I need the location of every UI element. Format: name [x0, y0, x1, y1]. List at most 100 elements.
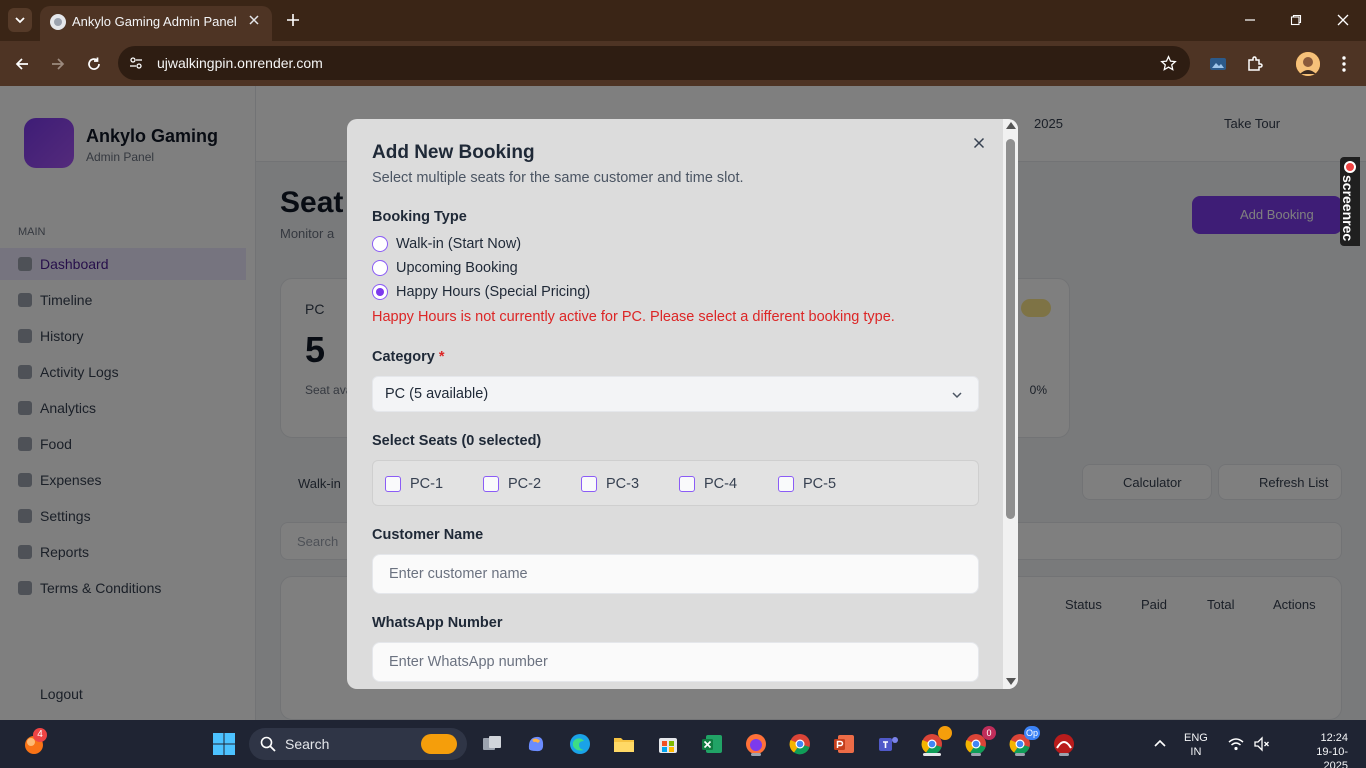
clock-date: 19-10-2025	[1316, 746, 1348, 768]
ms-store-icon[interactable]	[654, 730, 682, 758]
forward-button[interactable]	[46, 52, 70, 76]
browser-menu-button[interactable]	[1332, 52, 1356, 76]
checkbox[interactable]	[483, 476, 499, 492]
restore-icon	[1290, 14, 1302, 26]
excel-icon[interactable]	[698, 730, 726, 758]
windows-taskbar: Search 0 Op	[0, 720, 1366, 768]
category-label-text: Category	[372, 349, 435, 365]
wifi-icon[interactable]	[1222, 730, 1250, 758]
file-explorer-icon[interactable]	[610, 730, 638, 758]
restore-button[interactable]	[1284, 8, 1308, 32]
new-tab-button[interactable]	[282, 9, 304, 31]
teams-icon[interactable]	[874, 730, 902, 758]
reload-button[interactable]	[82, 52, 106, 76]
more-vertical-icon	[1342, 56, 1346, 72]
radio-label: Happy Hours (Special Pricing)	[396, 284, 591, 300]
seat-checkbox-pc-1[interactable]: PC-1	[385, 475, 443, 493]
chevron-down-icon	[15, 17, 25, 24]
radio-happy-hours[interactable]: Happy Hours (Special Pricing)	[372, 282, 590, 302]
checkbox[interactable]	[385, 476, 401, 492]
bookmark-star-icon[interactable]	[1158, 53, 1178, 73]
notification-badge: 0	[982, 726, 996, 740]
extensions-puzzle-icon[interactable]	[1243, 52, 1267, 76]
radio-button[interactable]	[372, 236, 388, 252]
running-indicator	[1015, 753, 1025, 756]
category-label: Category *	[372, 349, 445, 365]
close-window-button[interactable]	[1331, 8, 1355, 32]
radio-button-checked[interactable]	[372, 284, 388, 300]
address-bar[interactable]: ujwalkingpin.onrender.com	[118, 46, 1190, 80]
customer-name-label: Customer Name	[372, 527, 484, 543]
tab-search-button[interactable]	[8, 8, 32, 32]
scroll-thumb[interactable]	[1006, 139, 1015, 519]
browser-tabbar: Ankylo Gaming Admin Panel	[0, 0, 1366, 41]
checkbox[interactable]	[778, 476, 794, 492]
chrome-icon[interactable]	[786, 730, 814, 758]
windows-start-icon[interactable]	[210, 730, 238, 758]
language-code: ENG	[1184, 732, 1208, 744]
volume-muted-icon[interactable]	[1248, 730, 1276, 758]
taskbar-search-label: Search	[285, 736, 330, 752]
back-button[interactable]	[10, 52, 34, 76]
firefox-icon[interactable]	[742, 730, 770, 758]
edge-icon[interactable]	[566, 730, 594, 758]
modal-title: Add New Booking	[372, 142, 535, 163]
running-indicator	[751, 753, 761, 756]
checkbox[interactable]	[581, 476, 597, 492]
scroll-up-arrow-icon[interactable]	[1006, 122, 1016, 129]
seat-checkbox-pc-5[interactable]: PC-5	[778, 475, 836, 493]
search-icon	[259, 735, 277, 753]
screenrec-widget[interactable]: screenrec	[1340, 157, 1360, 246]
browser-tab[interactable]: Ankylo Gaming Admin Panel	[40, 6, 272, 41]
language-indicator[interactable]: ENG IN	[1184, 731, 1208, 759]
search-highlight-icon	[421, 734, 457, 754]
taskbar-search[interactable]: Search	[249, 728, 467, 760]
radio-button[interactable]	[372, 260, 388, 276]
select-seats-label: Select Seats (0 selected)	[372, 433, 542, 449]
record-icon	[1344, 161, 1356, 173]
radio-label: Walk-in (Start Now)	[396, 236, 522, 252]
seat-checkbox-pc-4[interactable]: PC-4	[679, 475, 737, 493]
chrome-profile-2-icon[interactable]: 0	[962, 726, 996, 758]
url-text[interactable]: ujwalkingpin.onrender.com	[157, 55, 323, 71]
weather-badge: 4	[33, 728, 47, 742]
task-view-icon[interactable]	[478, 730, 506, 758]
seat-label: PC-3	[606, 476, 640, 492]
radio-upcoming[interactable]: Upcoming Booking	[372, 258, 518, 278]
copilot-icon[interactable]	[522, 730, 550, 758]
booking-type-label: Booking Type	[372, 209, 467, 225]
seat-label: PC-5	[803, 476, 837, 492]
tray-chevron-up-icon[interactable]	[1146, 730, 1174, 758]
profile-avatar[interactable]	[1296, 52, 1320, 76]
happy-hours-error: Happy Hours is not currently active for …	[372, 309, 895, 325]
running-indicator	[971, 753, 981, 756]
chrome-profile-3-icon[interactable]: Op	[1006, 726, 1040, 758]
chrome-profile-1-icon[interactable]	[918, 726, 952, 758]
whatsapp-input[interactable]	[372, 642, 979, 682]
modal-close-button[interactable]	[969, 133, 989, 153]
minimize-button[interactable]	[1238, 8, 1262, 32]
clock-time: 12:24	[1320, 732, 1348, 744]
favicon-icon	[50, 14, 66, 30]
arrow-right-icon	[52, 58, 65, 70]
checkbox[interactable]	[679, 476, 695, 492]
scroll-down-arrow-icon[interactable]	[1006, 678, 1016, 685]
powerpoint-icon[interactable]	[830, 730, 858, 758]
browser-toolbar: ujwalkingpin.onrender.com	[0, 41, 1366, 86]
whatsapp-label: WhatsApp Number	[372, 615, 503, 631]
seat-checkbox-pc-2[interactable]: PC-2	[483, 475, 541, 493]
avatar-icon	[1296, 52, 1320, 76]
extension-image-icon[interactable]	[1206, 52, 1230, 76]
close-tab-button[interactable]	[244, 10, 264, 30]
modal-scrollbar[interactable]	[1003, 119, 1018, 689]
customer-name-input[interactable]	[372, 554, 979, 594]
radio-walk-in[interactable]: Walk-in (Start Now)	[372, 234, 521, 254]
close-icon	[973, 137, 985, 149]
seat-checkbox-pc-3[interactable]: PC-3	[581, 475, 639, 493]
tab-title: Ankylo Gaming Admin Panel	[72, 14, 237, 29]
category-select[interactable]: PC (5 available)	[372, 376, 979, 412]
wfm-app-icon[interactable]	[1050, 730, 1078, 758]
system-clock[interactable]: 12:24 19-10-2025	[1296, 731, 1348, 768]
running-indicator	[923, 753, 941, 756]
site-settings-icon[interactable]	[126, 53, 146, 73]
